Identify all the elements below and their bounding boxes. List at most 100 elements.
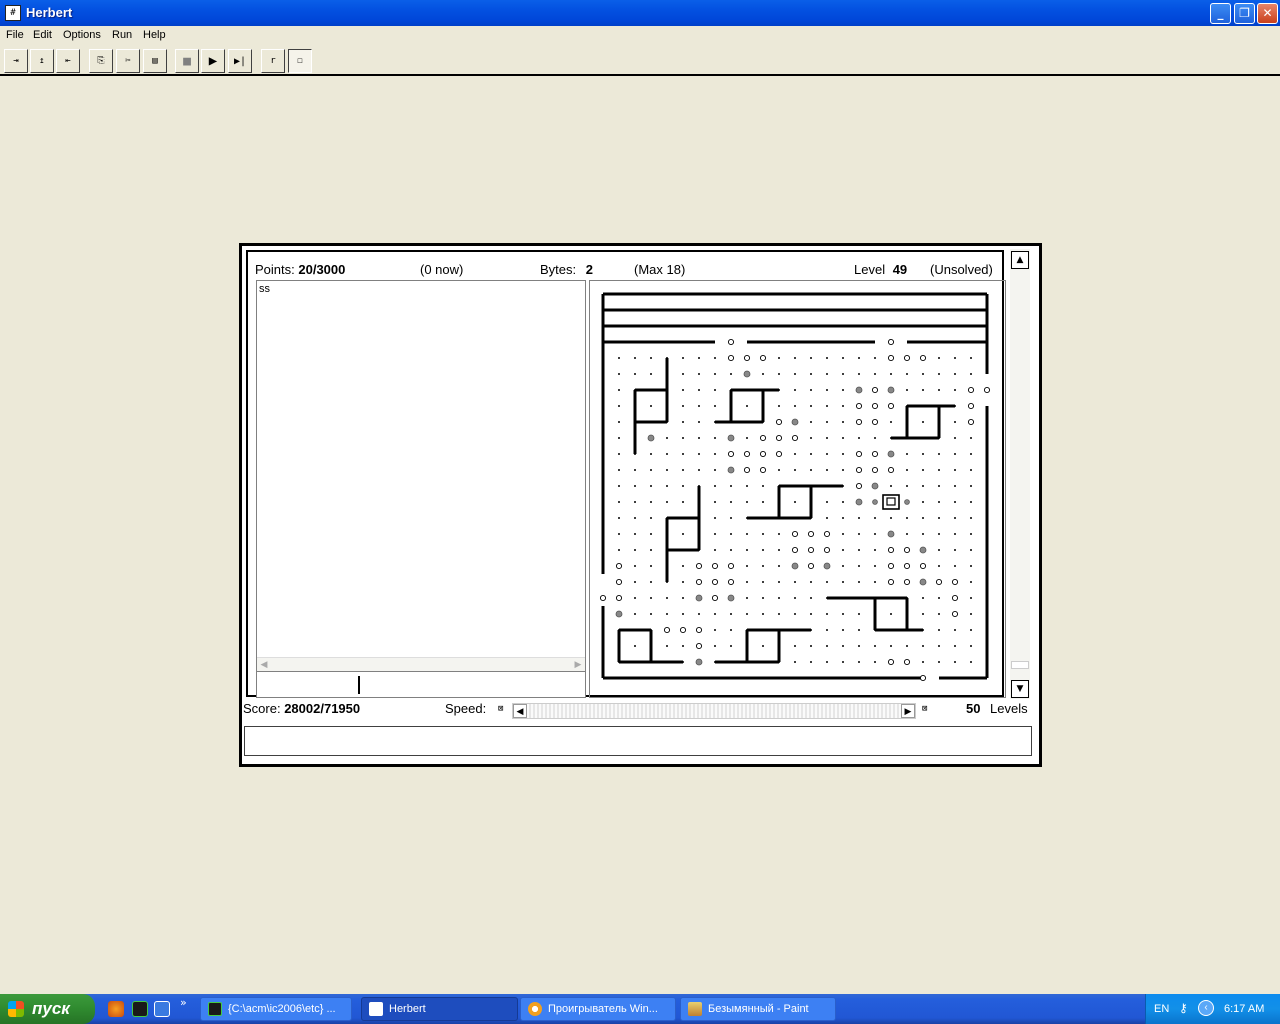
grey-dot bbox=[871, 482, 879, 490]
task-herbert[interactable]: Herbert bbox=[361, 997, 518, 1021]
grid-dot bbox=[730, 373, 732, 375]
grid-dot bbox=[682, 517, 684, 519]
white-dot bbox=[855, 402, 863, 410]
white-dot bbox=[855, 418, 863, 426]
quicklaunch-more-icon[interactable]: » bbox=[180, 996, 187, 1009]
grid-dot bbox=[714, 421, 716, 423]
grid-dot bbox=[970, 373, 972, 375]
menu-edit[interactable]: Edit bbox=[33, 29, 52, 41]
grid-dot bbox=[650, 373, 652, 375]
scroll-down-icon[interactable]: ▼ bbox=[1011, 680, 1029, 698]
menu-options[interactable]: Options bbox=[63, 29, 101, 41]
speed-left-icon[interactable]: ◀ bbox=[513, 704, 527, 718]
grid-dot bbox=[634, 469, 636, 471]
herbert-game-window: Points: 20/3000 (0 now) Bytes: 2 (Max 18… bbox=[239, 243, 1042, 767]
scroll-thumb[interactable] bbox=[1011, 661, 1029, 669]
restore-button[interactable]: ❐ bbox=[1234, 3, 1255, 24]
grid-dot bbox=[794, 597, 796, 599]
grid-dot bbox=[666, 421, 668, 423]
step-button[interactable]: ▶| bbox=[228, 49, 252, 73]
grid-dot bbox=[682, 453, 684, 455]
white-dot bbox=[791, 530, 799, 538]
grid-dot bbox=[714, 453, 716, 455]
code-editor[interactable]: ss ◀ ▶ bbox=[256, 280, 586, 698]
speed-label: Speed: bbox=[445, 701, 487, 716]
grid-dot bbox=[826, 613, 828, 615]
grey-dot bbox=[855, 386, 863, 394]
grid-dot bbox=[842, 405, 844, 407]
grid-dot bbox=[826, 485, 828, 487]
task-media-player[interactable]: Проигрыватель Win... bbox=[520, 997, 676, 1021]
grid-dot bbox=[938, 597, 940, 599]
ie-icon[interactable] bbox=[154, 1001, 170, 1017]
menu-run[interactable]: Run bbox=[112, 29, 132, 41]
grid-dot bbox=[874, 661, 876, 663]
vertical-scrollbar[interactable]: ▲ ▼ bbox=[1010, 249, 1030, 699]
grid-dot bbox=[890, 421, 892, 423]
grid-dot bbox=[842, 581, 844, 583]
grid-dot bbox=[762, 661, 764, 663]
language-indicator[interactable]: EN bbox=[1154, 1003, 1169, 1015]
grid-dot bbox=[746, 501, 748, 503]
grid-dot bbox=[746, 405, 748, 407]
menu-help[interactable]: Help bbox=[143, 29, 166, 41]
grid-dot bbox=[778, 485, 780, 487]
grid-dot bbox=[810, 629, 812, 631]
command-input[interactable] bbox=[257, 671, 585, 697]
network-icon[interactable]: ⚷ bbox=[1179, 1001, 1188, 1015]
minimize-button[interactable]: _ bbox=[1210, 3, 1231, 24]
copy-button[interactable]: ⎘ bbox=[89, 49, 113, 73]
terminal-icon[interactable] bbox=[132, 1001, 148, 1017]
save-button[interactable]: ↥ bbox=[30, 49, 54, 73]
grid-dot bbox=[954, 437, 956, 439]
show-hidden-icons-icon[interactable]: ‹ bbox=[1198, 1000, 1214, 1016]
task-paint[interactable]: Безымянный - Paint bbox=[680, 997, 836, 1021]
export-button[interactable]: ⇤ bbox=[56, 49, 80, 73]
grid-dot bbox=[874, 437, 876, 439]
grid-dot bbox=[778, 549, 780, 551]
open-button[interactable]: ⇥ bbox=[4, 49, 28, 73]
grid-dot bbox=[794, 613, 796, 615]
white-dot bbox=[679, 626, 687, 634]
grid-dot bbox=[922, 501, 924, 503]
grid-dot bbox=[890, 613, 892, 615]
white-dot bbox=[727, 354, 735, 362]
stop-button[interactable]: ■ bbox=[175, 49, 199, 73]
white-dot bbox=[791, 434, 799, 442]
paste-button[interactable]: ▤ bbox=[143, 49, 167, 73]
grid-dot bbox=[922, 533, 924, 535]
code-text[interactable]: ss bbox=[259, 283, 270, 295]
scroll-up-icon[interactable]: ▲ bbox=[1011, 251, 1029, 269]
grid-dot bbox=[906, 373, 908, 375]
grid-dot bbox=[858, 437, 860, 439]
grid-dot bbox=[842, 485, 844, 487]
cut-button[interactable]: ✂ bbox=[116, 49, 140, 73]
grid-dot bbox=[794, 405, 796, 407]
grid-dot bbox=[698, 501, 700, 503]
task-terminal[interactable]: {C:\acm\ic2006\etc} ... bbox=[200, 997, 352, 1021]
menu-file[interactable]: File bbox=[6, 29, 24, 41]
reset-button[interactable]: r bbox=[261, 49, 285, 73]
start-button[interactable]: пуск bbox=[0, 994, 95, 1024]
grid-dot bbox=[682, 437, 684, 439]
herbert-app-icon: # bbox=[5, 5, 21, 21]
speed-slider[interactable]: ◀ ▶ bbox=[512, 703, 916, 719]
run-button[interactable]: ▶ bbox=[201, 49, 225, 73]
horizontal-scrollbar[interactable]: ◀ ▶ bbox=[257, 657, 585, 671]
robot-view-button[interactable]: ☐ bbox=[288, 49, 312, 73]
grid-dot bbox=[778, 645, 780, 647]
grid-dot bbox=[746, 389, 748, 391]
grid-dot bbox=[778, 357, 780, 359]
grid-dot bbox=[794, 373, 796, 375]
close-button[interactable]: ✕ bbox=[1257, 3, 1278, 24]
firefox-icon[interactable] bbox=[108, 1001, 124, 1017]
grey-dot bbox=[872, 499, 878, 505]
grid-dot bbox=[634, 565, 636, 567]
scroll-left-icon[interactable]: ◀ bbox=[257, 658, 271, 672]
grid-dot bbox=[778, 389, 780, 391]
speed-right-icon[interactable]: ▶ bbox=[901, 704, 915, 718]
grid-dot bbox=[698, 469, 700, 471]
scroll-right-icon[interactable]: ▶ bbox=[571, 658, 585, 672]
clipboard-icon: ▤ bbox=[152, 56, 158, 66]
grid-dot bbox=[634, 581, 636, 583]
